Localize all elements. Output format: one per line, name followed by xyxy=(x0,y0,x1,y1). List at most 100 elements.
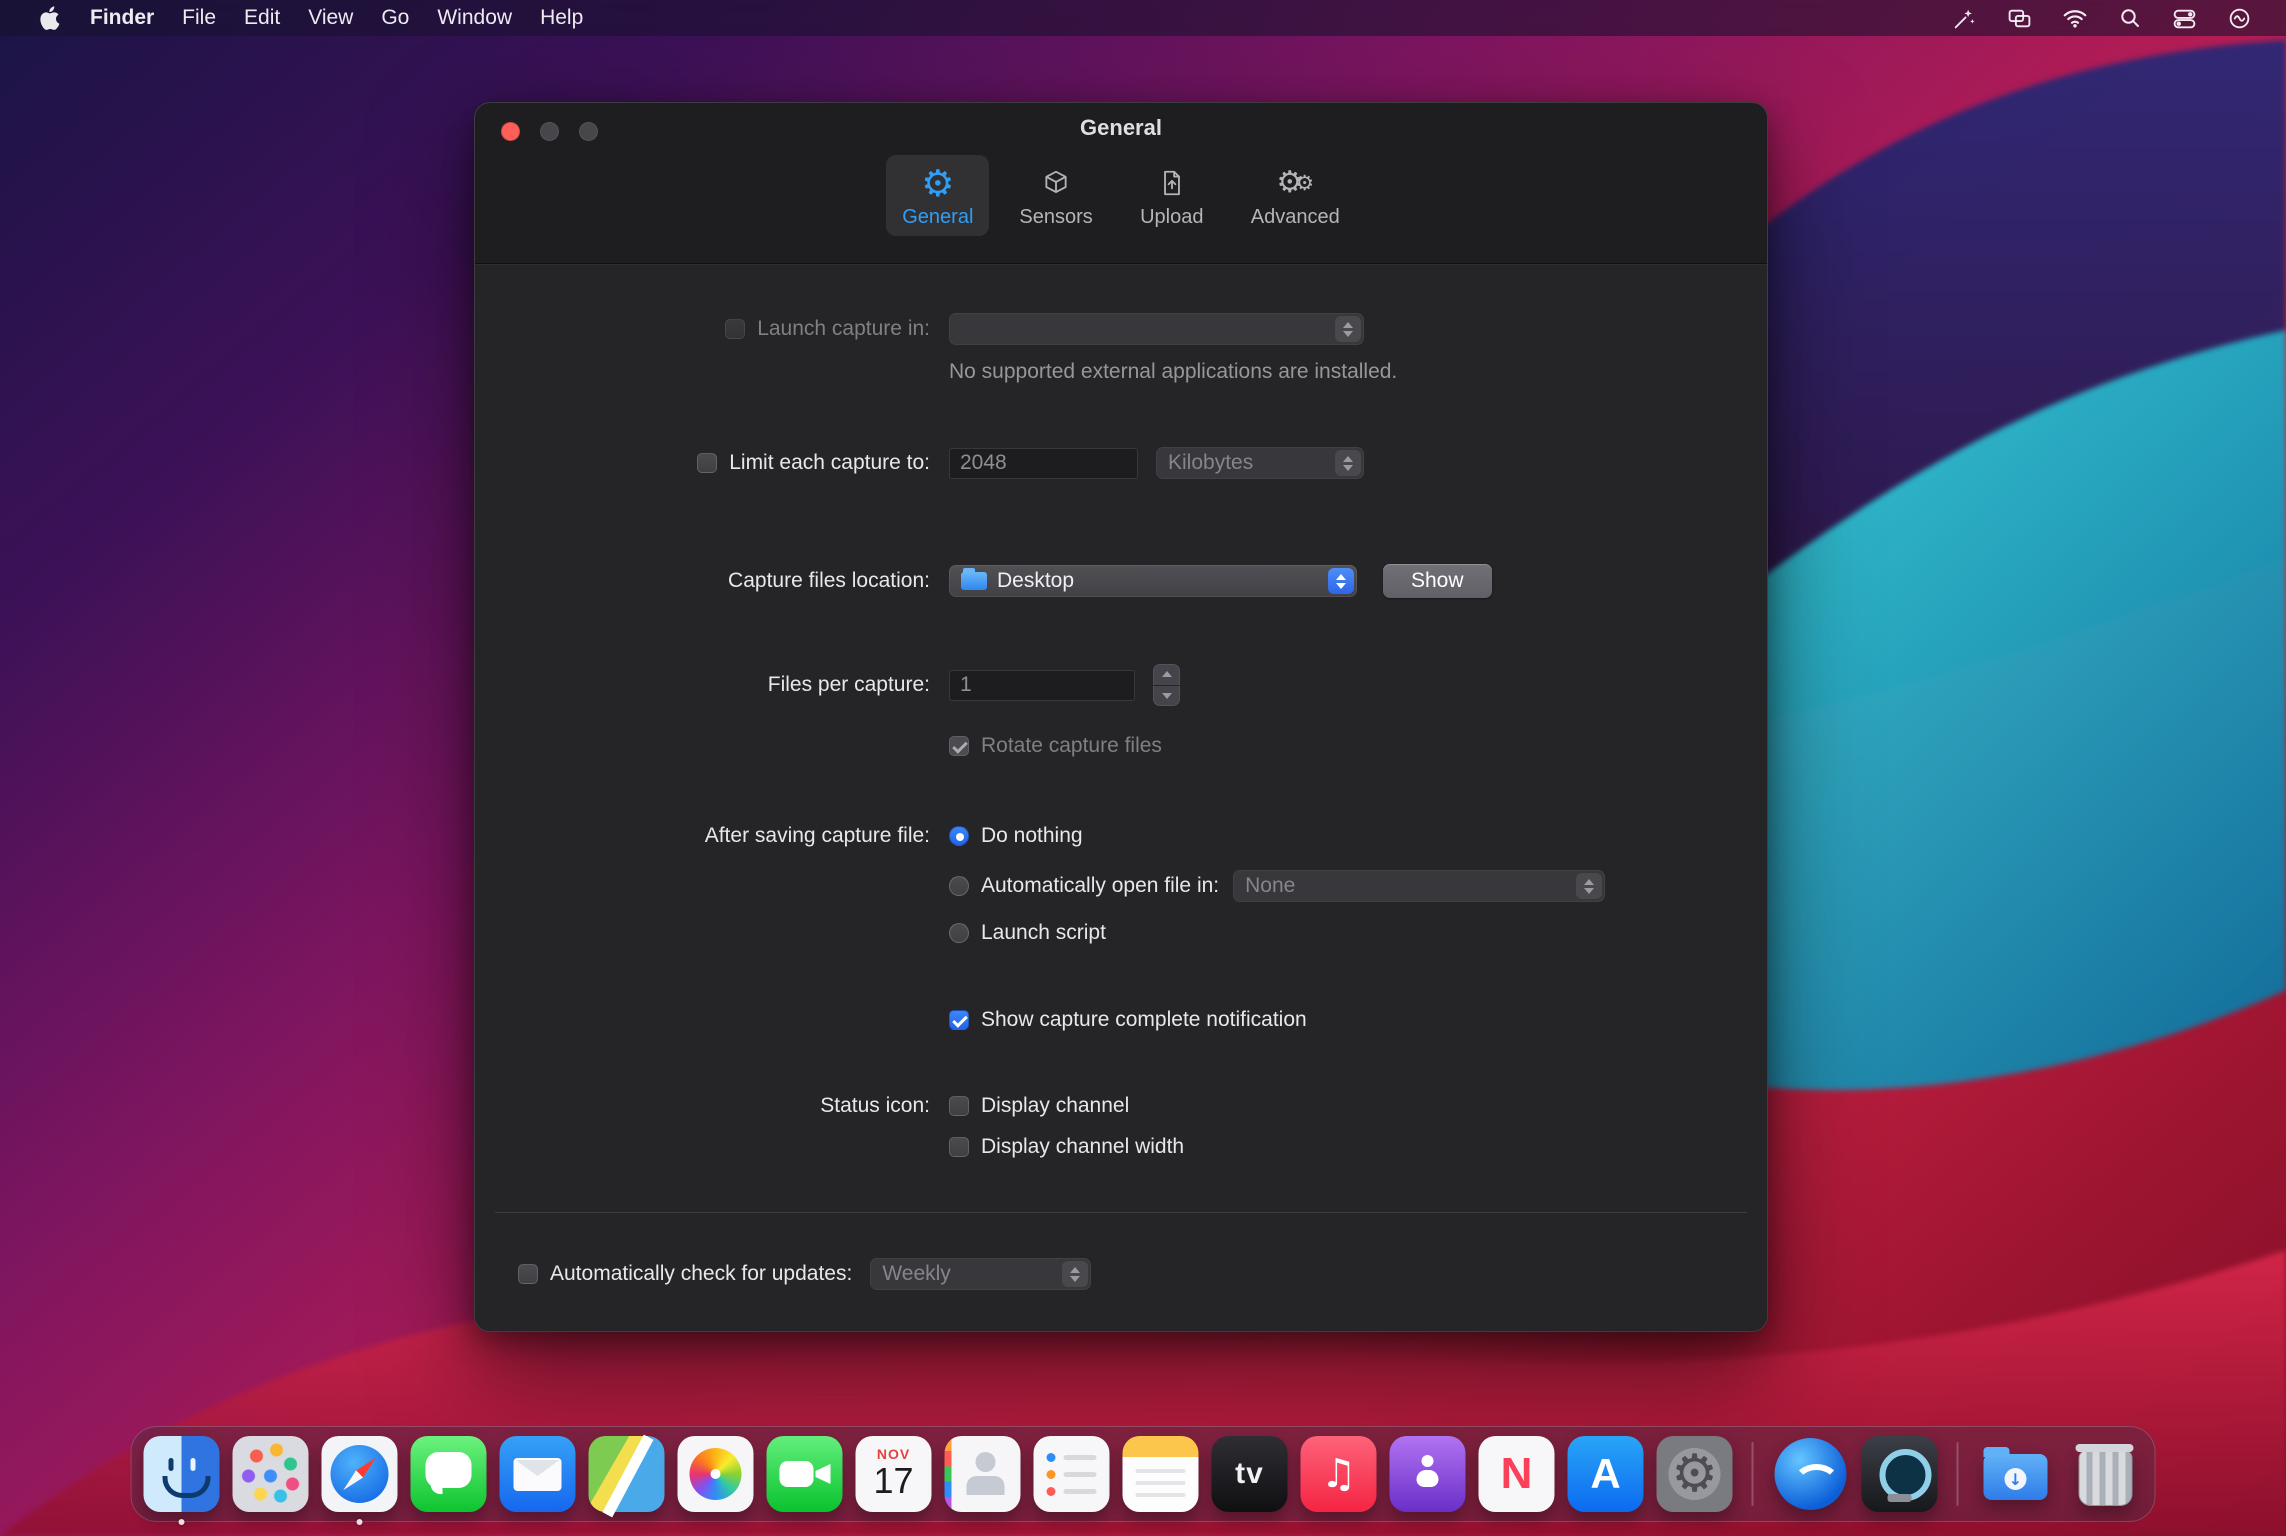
menu-window[interactable]: Window xyxy=(423,6,526,30)
menu-bar: Finder File Edit View Go Window Help xyxy=(0,0,2286,36)
dock-reminders-icon[interactable] xyxy=(1033,1436,1110,1512)
limit-capture-checkbox[interactable] xyxy=(697,453,718,473)
launch-capture-row: Launch capture in: xyxy=(475,310,1767,348)
notification-row: Show capture complete notification xyxy=(475,1001,1767,1039)
menu-go[interactable]: Go xyxy=(367,6,423,30)
launch-capture-label: Launch capture in: xyxy=(757,317,930,340)
dock: NOV 17 xyxy=(130,1426,2156,1525)
updates-checkbox[interactable] xyxy=(518,1264,538,1284)
popup-chevrons-icon xyxy=(1576,873,1603,899)
double-gear-icon xyxy=(1276,163,1314,203)
notification-checkbox[interactable] xyxy=(949,1010,969,1030)
preferences-toolbar: General Sensors xyxy=(475,155,1767,236)
dock-separator xyxy=(1956,1442,1959,1506)
tab-general-label: General xyxy=(902,206,974,228)
dock-facetime-icon[interactable] xyxy=(766,1436,843,1512)
stepper-down-icon[interactable] xyxy=(1153,686,1180,707)
siri-icon[interactable] xyxy=(2227,6,2252,31)
no-external-apps-note: No supported external applications are i… xyxy=(949,360,1398,383)
dock-notes-icon[interactable] xyxy=(1122,1436,1199,1512)
launch-script-label: Launch script xyxy=(981,921,1106,944)
updates-label: Automatically check for updates: xyxy=(550,1262,853,1285)
preferences-content: Launch capture in: No supported external… xyxy=(475,263,1767,1331)
notification-label: Show capture complete notification xyxy=(981,1008,1307,1031)
gear-icon xyxy=(921,163,954,203)
dock-system-preferences-icon[interactable] xyxy=(1656,1436,1733,1512)
popup-chevrons-icon xyxy=(1335,316,1361,342)
dock-appstore-icon[interactable] xyxy=(1567,1436,1644,1512)
wand-icon[interactable] xyxy=(1952,6,1977,31)
menu-help[interactable]: Help xyxy=(526,6,597,30)
spotlight-search-icon[interactable] xyxy=(2118,6,2142,30)
launch-script-row: Launch script xyxy=(475,914,1767,952)
dock-separator xyxy=(1751,1442,1754,1506)
cube-icon xyxy=(1041,163,1071,203)
folder-icon xyxy=(961,568,987,590)
dock-podcasts-icon[interactable] xyxy=(1389,1436,1466,1512)
dock-blue-app-icon[interactable] xyxy=(1773,1436,1849,1512)
files-per-capture-label: Files per capture: xyxy=(767,673,930,696)
dock-maps-icon[interactable] xyxy=(588,1436,665,1512)
dock-downloads-icon[interactable] xyxy=(1978,1436,2054,1512)
open-file-value: None xyxy=(1245,874,1296,897)
dock-contacts-icon[interactable] xyxy=(944,1436,1021,1512)
capture-unit-value: Kilobytes xyxy=(1168,451,1254,474)
do-nothing-radio[interactable] xyxy=(949,826,969,846)
dock-launchpad-icon[interactable] xyxy=(232,1436,309,1512)
dock-photos-icon[interactable] xyxy=(677,1436,754,1512)
launch-capture-checkbox xyxy=(725,319,746,339)
status-icon-row-2: Display channel width xyxy=(475,1128,1767,1166)
tab-advanced-label: Advanced xyxy=(1250,206,1340,228)
dock-messages-icon[interactable] xyxy=(410,1436,487,1512)
files-per-capture-stepper[interactable] xyxy=(1153,664,1180,706)
tab-sensors[interactable]: Sensors xyxy=(1003,155,1108,236)
updates-value: Weekly xyxy=(882,1262,951,1285)
stepper-up-icon[interactable] xyxy=(1153,664,1180,686)
display-channel-label: Display channel xyxy=(981,1094,1130,1117)
updates-popup: Weekly xyxy=(870,1258,1092,1290)
files-location-popup[interactable]: Desktop xyxy=(949,565,1357,597)
display-channel-width-checkbox[interactable] xyxy=(949,1137,969,1157)
dock-trash-icon[interactable] xyxy=(2067,1436,2143,1512)
preferences-window: General General Sensors xyxy=(474,102,1768,1332)
dock-mail-icon[interactable] xyxy=(499,1436,576,1512)
dock-dark-app-icon[interactable] xyxy=(1861,1436,1938,1512)
dock-news-icon[interactable] xyxy=(1478,1436,1555,1512)
menu-view[interactable]: View xyxy=(294,6,367,30)
files-per-capture-field: 1 xyxy=(949,669,1135,701)
after-saving-label: After saving capture file: xyxy=(704,824,930,847)
display-channel-checkbox[interactable] xyxy=(949,1096,969,1116)
screen-mirroring-icon[interactable] xyxy=(2007,6,2032,31)
tab-advanced[interactable]: Advanced xyxy=(1235,155,1356,236)
dock-finder-icon[interactable] xyxy=(143,1436,220,1525)
upload-document-icon xyxy=(1157,163,1187,203)
do-nothing-label: Do nothing xyxy=(981,824,1083,847)
show-button[interactable]: Show xyxy=(1383,564,1492,598)
apple-menu-icon[interactable] xyxy=(22,5,76,31)
dock-tv-icon[interactable] xyxy=(1211,1436,1288,1512)
launch-script-radio[interactable] xyxy=(949,923,969,943)
running-indicator-dot xyxy=(356,1519,363,1525)
limit-capture-row: Limit each capture to: 2048 Kilobytes xyxy=(475,444,1767,482)
dock-music-icon[interactable] xyxy=(1300,1436,1377,1512)
menu-app-name[interactable]: Finder xyxy=(76,6,168,30)
tab-upload[interactable]: Upload xyxy=(1123,155,1221,236)
popup-chevrons-icon xyxy=(1328,568,1354,594)
dock-calendar-icon[interactable]: NOV 17 xyxy=(855,1436,932,1512)
status-icon-label: Status icon: xyxy=(820,1094,930,1117)
wifi-icon[interactable] xyxy=(2062,5,2088,31)
capture-unit-popup: Kilobytes xyxy=(1156,447,1364,479)
menu-file[interactable]: File xyxy=(168,6,230,30)
limit-capture-label: Limit each capture to: xyxy=(729,451,930,474)
capture-size-field: 2048 xyxy=(949,447,1138,479)
open-file-popup: None xyxy=(1233,870,1606,902)
control-center-icon[interactable] xyxy=(2172,6,2197,31)
files-per-capture-row: Files per capture: 1 xyxy=(475,664,1767,706)
open-file-radio[interactable] xyxy=(949,876,969,896)
menu-edit[interactable]: Edit xyxy=(230,6,294,30)
menu-bar-status-area xyxy=(1952,5,2286,31)
running-indicator-dot xyxy=(178,1519,185,1525)
dock-safari-icon[interactable] xyxy=(321,1436,398,1525)
window-titlebar[interactable]: General General Sensors xyxy=(475,103,1767,263)
tab-general[interactable]: General xyxy=(886,155,990,236)
